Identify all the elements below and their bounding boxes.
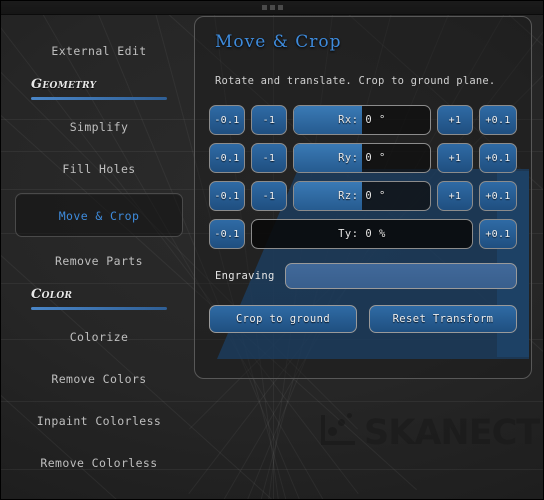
rx-decrement-small-button[interactable]: -0.1	[209, 105, 245, 135]
ry-decrement-small-button[interactable]: -0.1	[209, 143, 245, 173]
skanect-watermark: SKANECT	[319, 411, 540, 453]
skanect-logo-icon	[319, 411, 357, 449]
rx-slider[interactable]: Rx: 0 °	[293, 105, 431, 135]
panel-actions: Crop to ground Reset Transform	[209, 305, 517, 333]
sidebar-group-label: Geometry	[31, 77, 97, 92]
engraving-label: Engraving	[215, 270, 275, 282]
sidebar-group-underline	[31, 97, 167, 100]
rx-slider-value: Rx: 0 °	[338, 114, 386, 126]
sidebar-item-remove-colorless[interactable]: Remove Colorless	[15, 445, 183, 481]
transform-row-ry: -0.1 -1 Ry: 0 ° +1 +0.1	[209, 143, 517, 173]
sidebar-item-simplify[interactable]: Simplify	[15, 109, 183, 145]
panel-description: Rotate and translate. Crop to ground pla…	[215, 75, 496, 87]
ty-slider[interactable]: Ty: 0 %	[251, 219, 473, 249]
rz-slider[interactable]: Rz: 0 °	[293, 181, 431, 211]
rx-increment-big-button[interactable]: +1	[437, 105, 473, 135]
ty-slider-value: Ty: 0 %	[338, 228, 386, 240]
ry-increment-big-button[interactable]: +1	[437, 143, 473, 173]
reset-transform-button[interactable]: Reset Transform	[369, 305, 517, 333]
rz-increment-small-button[interactable]: +0.1	[479, 181, 517, 211]
ry-increment-small-button[interactable]: +0.1	[479, 143, 517, 173]
sidebar: External Edit Geometry Simplify Fill Holes M…	[1, 14, 197, 499]
transform-row-ty: -0.1 Ty: 0 % +0.1	[209, 219, 517, 249]
handle-dot	[261, 5, 267, 10]
engraving-input[interactable]	[284, 263, 517, 289]
rx-increment-small-button[interactable]: +0.1	[479, 105, 517, 135]
handle-dot	[269, 5, 275, 10]
ry-slider-value: Ry: 0 °	[338, 152, 386, 164]
move-and-crop-panel: Move & Crop Rotate and translate. Crop t…	[194, 16, 532, 379]
ry-slider[interactable]: Ry: 0 °	[293, 143, 431, 173]
sidebar-group-underline	[31, 307, 167, 310]
sidebar-item-move-crop[interactable]: Move & Crop	[15, 193, 183, 237]
sidebar-item-fill-holes[interactable]: Fill Holes	[15, 151, 183, 187]
ry-decrement-big-button[interactable]: -1	[251, 143, 287, 173]
sidebar-item-inpaint-colorless[interactable]: Inpaint Colorless	[15, 403, 183, 439]
ty-decrement-small-button[interactable]: -0.1	[209, 219, 245, 249]
transform-rows: -0.1 -1 Rx: 0 ° +1 +0.1 -0.1 -1 Ry: 0 ° +1 +0.1 -0…	[209, 105, 517, 249]
sidebar-group-label: Color	[31, 287, 73, 302]
sidebar-item-remove-parts[interactable]: Remove Parts	[15, 243, 183, 279]
crop-to-ground-button[interactable]: Crop to ground	[209, 305, 357, 333]
ty-increment-small-button[interactable]: +0.1	[479, 219, 517, 249]
page-title: Move & Crop	[215, 32, 342, 52]
sidebar-item-remove-colors[interactable]: Remove Colors	[15, 361, 183, 397]
transform-row-rz: -0.1 -1 Rz: 0 ° +1 +0.1	[209, 181, 517, 211]
sidebar-item-external-edit[interactable]: External Edit	[15, 33, 183, 69]
skanect-window: SKANECT External Edit Geometry Simplify Fil…	[0, 0, 544, 500]
rz-increment-big-button[interactable]: +1	[437, 181, 473, 211]
engraving-row: Engraving	[209, 263, 517, 289]
rz-slider-value: Rz: 0 °	[338, 190, 386, 202]
skanect-wordmark: SKANECT	[364, 412, 540, 453]
window-drag-handle[interactable]	[1, 1, 543, 15]
rx-decrement-big-button[interactable]: -1	[251, 105, 287, 135]
rz-decrement-big-button[interactable]: -1	[251, 181, 287, 211]
transform-row-rx: -0.1 -1 Rx: 0 ° +1 +0.1	[209, 105, 517, 135]
sidebar-group-color: Color	[15, 287, 183, 313]
sidebar-item-colorize[interactable]: Colorize	[15, 319, 183, 355]
rz-decrement-small-button[interactable]: -0.1	[209, 181, 245, 211]
handle-dot	[277, 5, 283, 10]
sidebar-group-geometry: Geometry	[15, 77, 183, 103]
